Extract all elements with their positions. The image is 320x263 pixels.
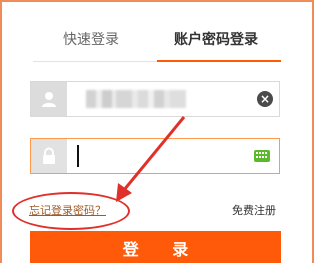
active-tab-indicator (157, 60, 281, 62)
panel-border-right (312, 0, 314, 263)
keyboard-icon[interactable] (254, 150, 270, 162)
login-tabs: 快速登录 账户密码登录 (33, 22, 281, 62)
login-button[interactable]: 登 录 (30, 231, 281, 263)
register-link[interactable]: 免费注册 (232, 204, 276, 218)
username-field[interactable]: × (30, 81, 280, 117)
clear-icon[interactable]: × (257, 91, 273, 107)
username-value-obscured (86, 90, 186, 108)
forgot-password-link[interactable]: 忘记登录密码？ (29, 204, 106, 218)
panel-border-top (0, 0, 314, 2)
tab-quick-login[interactable]: 快速登录 (63, 30, 119, 50)
tab-account-login[interactable]: 账户密码登录 (174, 30, 258, 50)
login-panel: 快速登录 账户密码登录 × 忘记登录密码？ 免费注册 登 录 (0, 0, 314, 263)
user-icon (31, 82, 67, 116)
text-cursor (77, 145, 79, 167)
password-field[interactable] (30, 138, 280, 174)
lock-icon (31, 139, 67, 173)
panel-border-left (0, 0, 2, 263)
